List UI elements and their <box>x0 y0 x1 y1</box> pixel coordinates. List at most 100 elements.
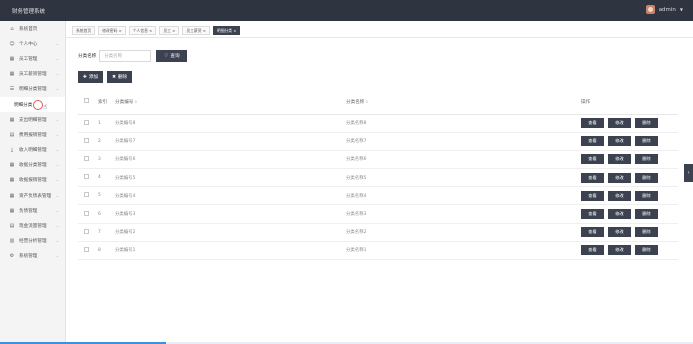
tab[interactable]: 个人信息 × <box>128 26 157 35</box>
tab[interactable]: 修改密码 × <box>98 26 126 35</box>
caret-down-icon[interactable]: ▼ <box>680 7 683 12</box>
edit-button[interactable]: 修改 <box>608 245 631 256</box>
table-row: 7 分类编号2 分类名称2 查看 修改 删除 <box>78 223 678 242</box>
sidebar-item-label: 费用报销管理 <box>19 132 47 138</box>
row-checkbox[interactable] <box>84 192 89 198</box>
edit-button[interactable]: 修改 <box>608 172 631 183</box>
row-checkbox[interactable] <box>84 210 89 216</box>
header-code[interactable]: 分类编号⇕ <box>115 90 346 115</box>
add-button[interactable]: ✚ 添加 <box>78 71 104 83</box>
edit-button[interactable]: 修改 <box>608 118 631 129</box>
row-name: 分类名称3 <box>346 204 581 224</box>
sidebar-item-label: 收入明细管理 <box>19 148 47 154</box>
view-button[interactable]: 查看 <box>581 136 604 147</box>
sidebar-item-label: 支出明细管理 <box>19 117 47 123</box>
row-checkbox[interactable] <box>84 155 89 161</box>
tab[interactable]: 员工 × <box>159 26 180 35</box>
row-delete-button[interactable]: 删除 <box>635 172 658 183</box>
table-row: 5 分类编号4 分类名称4 查看 修改 删除 <box>78 186 678 206</box>
delete-button[interactable]: ✖ 删除 <box>107 71 133 83</box>
row-checkbox[interactable] <box>84 228 89 234</box>
app-title: 财务管理系统 <box>12 9 46 15</box>
edit-button[interactable]: 修改 <box>608 136 631 147</box>
row-delete-button[interactable]: 删除 <box>635 118 658 129</box>
sidebar-item[interactable]: ▤ 费用报销管理 ⌄ <box>0 127 65 142</box>
sidebar-item[interactable]: ▦ 收据报销管理 ⌄ <box>0 173 65 188</box>
view-button[interactable]: 查看 <box>581 172 604 183</box>
sidebar-item[interactable]: ▦ 员工管理 ⌄ <box>0 51 65 66</box>
grid-icon: ▦ <box>9 192 15 199</box>
row-code: 分类编号4 <box>115 186 346 206</box>
sort-icon[interactable]: ⇕ <box>365 100 368 104</box>
sidebar-item[interactable]: ▦ 负债管理 ⌄ <box>0 203 65 218</box>
row-code: 分类编号3 <box>115 204 346 224</box>
edit-button[interactable]: 修改 <box>608 190 631 201</box>
view-button[interactable]: 查看 <box>581 154 604 165</box>
edit-button[interactable]: 修改 <box>608 154 631 165</box>
edit-button[interactable]: 修改 <box>608 209 631 220</box>
sort-icon[interactable]: ⇕ <box>134 100 137 104</box>
sidebar-item[interactable]: ⌂ 系统首页 <box>0 21 65 36</box>
sidebar-item-label: 现金流量管理 <box>19 224 47 230</box>
top-bar: 财务管理系统 admin ▼ <box>0 0 693 21</box>
chevron-down-icon: ⌄ <box>55 56 59 61</box>
tab[interactable]: 明细分类 × <box>212 26 241 35</box>
row-delete-button[interactable]: 删除 <box>635 190 658 201</box>
tab[interactable]: 系统首页 <box>72 26 96 35</box>
view-button[interactable]: 查看 <box>581 190 604 201</box>
edit-button[interactable]: 修改 <box>608 227 631 238</box>
sidebar-subitem-active[interactable]: 明细分类 ☝ <box>0 96 65 113</box>
table-row: 8 分类编号1 分类名称1 查看 修改 删除 <box>78 241 678 261</box>
sidebar-item[interactable]: ▦ 收据分类管理 ⌄ <box>0 158 65 173</box>
view-button[interactable]: 查看 <box>581 118 604 129</box>
row-delete-button[interactable]: 删除 <box>635 154 658 165</box>
sidebar-item[interactable]: ▦ 资产负债表管理 ⌄ <box>0 188 65 203</box>
view-button[interactable]: 查看 <box>581 245 604 256</box>
collapse-handle[interactable]: ‹ <box>684 164 693 182</box>
sidebar-item[interactable]: ▤ 现金流量管理 ⌄ <box>0 218 65 233</box>
search-input[interactable] <box>99 50 152 62</box>
row-delete-button[interactable]: 删除 <box>635 245 658 256</box>
plus-icon: ✚ <box>83 74 87 80</box>
row-checkbox[interactable] <box>84 119 89 125</box>
sidebar-item[interactable]: ⚙ 系统管理 ⌄ <box>0 249 65 264</box>
row-index: 7 <box>98 223 115 242</box>
table-row: 6 分类编号3 分类名称3 查看 修改 删除 <box>78 204 678 224</box>
grid-icon: ▦ <box>9 207 15 214</box>
row-delete-button[interactable]: 删除 <box>635 136 658 147</box>
sidebar-item[interactable]: ⤓ 收入明细管理 ⌄ <box>0 143 65 158</box>
row-index: 5 <box>98 186 115 206</box>
search-button[interactable]: ♡ 查询 <box>156 50 188 62</box>
row-delete-button[interactable]: 删除 <box>635 227 658 238</box>
user-name[interactable]: admin <box>659 7 676 13</box>
sidebar-item[interactable]: ▥ 经营分析管理 ⌄ <box>0 234 65 249</box>
row-delete-button[interactable]: 删除 <box>635 209 658 220</box>
select-all-checkbox[interactable] <box>84 98 89 104</box>
data-table: 索引 分类编号⇕ 分类名称⇕ 操作 1 分类编号8 分类名称8 查看 修改 删除 2 分类编号… <box>78 90 678 261</box>
sidebar: ⌂ 系统首页 ☺ 个人中心 ⌄ ▦ 员工管理 ⌄ ▦ 员工薪资管理 ⌄ ☰ 明细分类管理 ⌄ 明细分类 ☝ ▦ 支… <box>0 21 66 344</box>
row-index: 4 <box>98 168 115 188</box>
chevron-down-icon: ⌄ <box>55 41 59 46</box>
row-index: 1 <box>98 114 115 133</box>
tab[interactable]: 员工薪资 × <box>182 26 210 35</box>
sidebar-item[interactable]: ☺ 个人中心 ⌄ <box>0 36 65 51</box>
row-checkbox[interactable] <box>84 174 89 180</box>
row-name: 分类名称2 <box>346 223 581 242</box>
sidebar-item[interactable]: ☰ 明细分类管理 ⌄ <box>0 82 65 97</box>
sidebar-item[interactable]: ▦ 支出明细管理 ⌄ <box>0 112 65 127</box>
user-icon: ☺ <box>9 40 15 47</box>
view-button[interactable]: 查看 <box>581 209 604 220</box>
sidebar-item-label: 个人中心 <box>19 41 38 47</box>
sidebar-item[interactable]: ▦ 员工薪资管理 ⌄ <box>0 67 65 82</box>
sidebar-item-label: 资产负债表管理 <box>19 193 52 199</box>
row-code: 分类编号7 <box>115 132 346 151</box>
row-checkbox[interactable] <box>84 246 89 252</box>
user-menu[interactable]: admin ▼ <box>645 5 683 14</box>
row-checkbox[interactable] <box>84 137 89 143</box>
search-bar: 分类名称 ♡ 查询 <box>78 50 188 62</box>
view-button[interactable]: 查看 <box>581 227 604 238</box>
avatar[interactable] <box>645 5 655 14</box>
header-name[interactable]: 分类名称⇕ <box>346 90 581 115</box>
row-name: 分类名称6 <box>346 150 581 170</box>
chevron-down-icon: ⌄ <box>55 72 59 77</box>
